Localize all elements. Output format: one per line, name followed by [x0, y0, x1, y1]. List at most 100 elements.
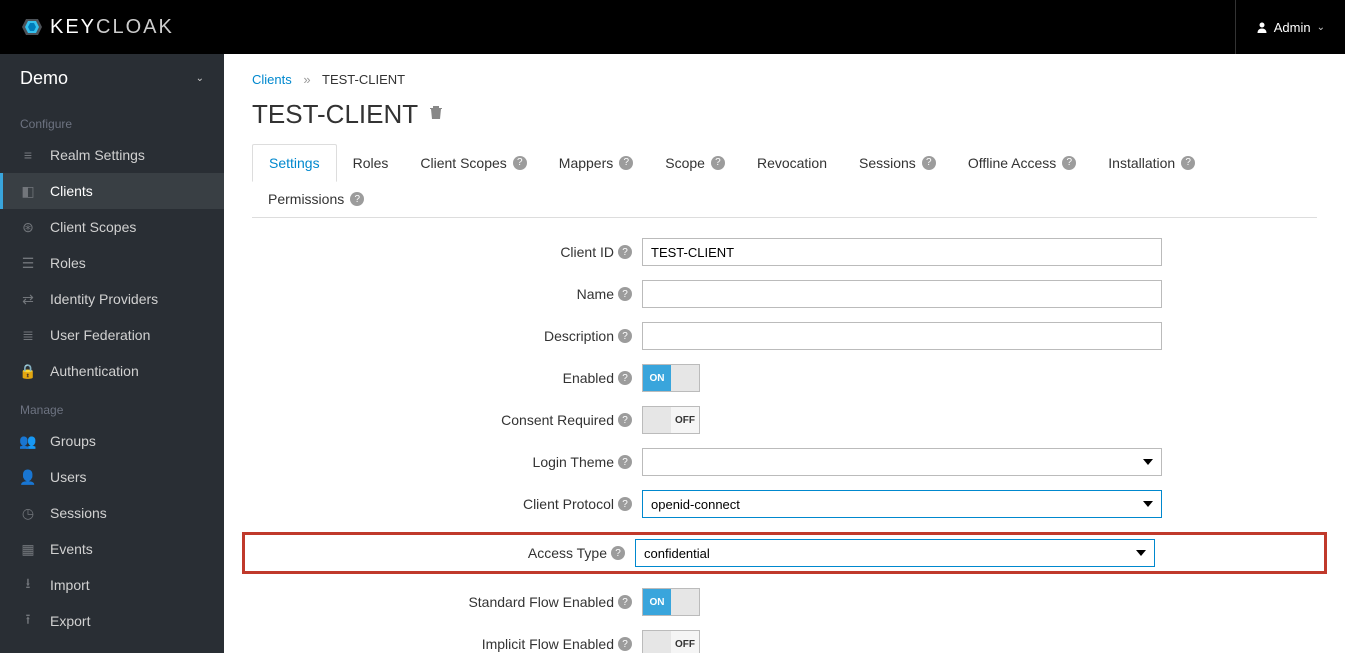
help-icon[interactable]: ? [1062, 156, 1076, 170]
sidebar-item-authentication[interactable]: 🔒Authentication [0, 353, 224, 389]
help-icon[interactable]: ? [618, 413, 632, 427]
cube-icon: ◧ [20, 183, 36, 199]
label-description: Description [544, 328, 614, 344]
sidebar-item-users[interactable]: 👤Users [0, 459, 224, 495]
label-name: Name [577, 286, 614, 302]
label-standard-flow: Standard Flow Enabled [468, 594, 614, 610]
help-icon[interactable]: ? [618, 637, 632, 651]
sliders-icon: ≡ [20, 147, 36, 163]
logo-text: KEYCLOAK [50, 16, 174, 39]
tab-scope[interactable]: Scope? [649, 144, 741, 181]
sidebar-item-export[interactable]: ⭱Export [0, 603, 224, 639]
label-access-type: Access Type [528, 545, 607, 561]
help-icon[interactable]: ? [1181, 156, 1195, 170]
chevron-down-icon: ⌄ [1317, 22, 1325, 33]
sidebar: Demo ⌄ Configure ≡Realm Settings ◧Client… [0, 54, 224, 653]
sidebar-section-configure: Configure [0, 103, 224, 137]
realm-selector[interactable]: Demo ⌄ [0, 54, 224, 103]
row-client-id: Client ID? [252, 238, 1317, 266]
help-icon[interactable]: ? [618, 329, 632, 343]
sidebar-section-manage: Manage [0, 389, 224, 423]
row-description: Description? [252, 322, 1317, 350]
login-theme-select[interactable] [642, 448, 1162, 476]
client-id-input[interactable] [642, 238, 1162, 266]
top-bar: KEYCLOAK Admin ⌄ [0, 0, 1345, 54]
breadcrumb-clients-link[interactable]: Clients [252, 72, 292, 87]
sidebar-item-groups[interactable]: 👥Groups [0, 423, 224, 459]
sidebar-item-events[interactable]: ▦Events [0, 531, 224, 567]
help-icon[interactable]: ? [618, 245, 632, 259]
help-icon[interactable]: ? [350, 192, 364, 206]
delete-client-button[interactable] [428, 104, 444, 125]
implicit-flow-toggle[interactable]: ONOFF [642, 630, 700, 653]
sidebar-item-realm-settings[interactable]: ≡Realm Settings [0, 137, 224, 173]
breadcrumb-current: TEST-CLIENT [322, 72, 405, 87]
help-icon[interactable]: ? [618, 497, 632, 511]
standard-flow-toggle[interactable]: ONOFF [642, 588, 700, 616]
enabled-toggle[interactable]: ONOFF [642, 364, 700, 392]
name-input[interactable] [642, 280, 1162, 308]
lock-icon: 🔒 [20, 363, 36, 379]
consent-toggle[interactable]: ONOFF [642, 406, 700, 434]
tabs: Settings Roles Client Scopes? Mappers? S… [252, 144, 1317, 218]
label-consent: Consent Required [501, 412, 614, 428]
logo[interactable]: KEYCLOAK [20, 15, 174, 39]
row-name: Name? [252, 280, 1317, 308]
help-icon[interactable]: ? [618, 595, 632, 609]
sidebar-item-clients[interactable]: ◧Clients [0, 173, 224, 209]
help-icon[interactable]: ? [618, 371, 632, 385]
help-icon[interactable]: ? [922, 156, 936, 170]
tab-installation[interactable]: Installation? [1092, 144, 1211, 181]
row-consent-required: Consent Required? ONOFF [252, 406, 1317, 434]
breadcrumb-separator: » [303, 72, 310, 87]
label-enabled: Enabled [563, 370, 614, 386]
tab-offline-access[interactable]: Offline Access? [952, 144, 1092, 181]
label-login-theme: Login Theme [533, 454, 614, 470]
sidebar-item-identity-providers[interactable]: ⇄Identity Providers [0, 281, 224, 317]
label-client-id: Client ID [560, 244, 614, 260]
user-icon: 👤 [20, 469, 36, 485]
realm-name: Demo [20, 68, 68, 89]
trash-icon [428, 104, 444, 120]
tab-permissions[interactable]: Permissions? [252, 181, 380, 217]
row-login-theme: Login Theme? [252, 448, 1317, 476]
help-icon[interactable]: ? [619, 156, 633, 170]
user-icon [1256, 21, 1268, 33]
exchange-icon: ⇄ [20, 291, 36, 307]
help-icon[interactable]: ? [513, 156, 527, 170]
row-standard-flow: Standard Flow Enabled? ONOFF [252, 588, 1317, 616]
export-icon: ⭱ [20, 613, 36, 629]
list-icon: ☰ [20, 255, 36, 271]
tab-roles[interactable]: Roles [337, 144, 405, 181]
sidebar-item-import[interactable]: ⭳Import [0, 567, 224, 603]
row-enabled: Enabled? ONOFF [252, 364, 1317, 392]
chevron-down-icon: ⌄ [196, 73, 204, 84]
sidebar-item-client-scopes[interactable]: ⊛Client Scopes [0, 209, 224, 245]
help-icon[interactable]: ? [611, 546, 625, 560]
import-icon: ⭳ [20, 577, 36, 593]
database-icon: ≣ [20, 327, 36, 343]
keycloak-logo-icon [20, 15, 44, 39]
calendar-icon: ▦ [20, 541, 36, 557]
label-client-protocol: Client Protocol [523, 496, 614, 512]
user-name: Admin [1274, 20, 1311, 35]
user-menu[interactable]: Admin ⌄ [1235, 0, 1325, 54]
client-protocol-select[interactable]: openid-connect [642, 490, 1162, 518]
row-access-type: Access Type? confidential [242, 532, 1327, 574]
tab-client-scopes[interactable]: Client Scopes? [404, 144, 542, 181]
help-icon[interactable]: ? [618, 455, 632, 469]
tab-sessions[interactable]: Sessions? [843, 144, 952, 181]
access-type-select[interactable]: confidential [635, 539, 1155, 567]
tab-revocation[interactable]: Revocation [741, 144, 843, 181]
tab-mappers[interactable]: Mappers? [543, 144, 649, 181]
row-client-protocol: Client Protocol? openid-connect [252, 490, 1317, 518]
description-input[interactable] [642, 322, 1162, 350]
sidebar-item-roles[interactable]: ☰Roles [0, 245, 224, 281]
breadcrumb: Clients » TEST-CLIENT [252, 72, 1317, 87]
help-icon[interactable]: ? [711, 156, 725, 170]
sidebar-item-user-federation[interactable]: ≣User Federation [0, 317, 224, 353]
help-icon[interactable]: ? [618, 287, 632, 301]
tab-settings[interactable]: Settings [252, 144, 337, 182]
sidebar-item-sessions[interactable]: ◷Sessions [0, 495, 224, 531]
label-implicit-flow: Implicit Flow Enabled [482, 636, 614, 652]
